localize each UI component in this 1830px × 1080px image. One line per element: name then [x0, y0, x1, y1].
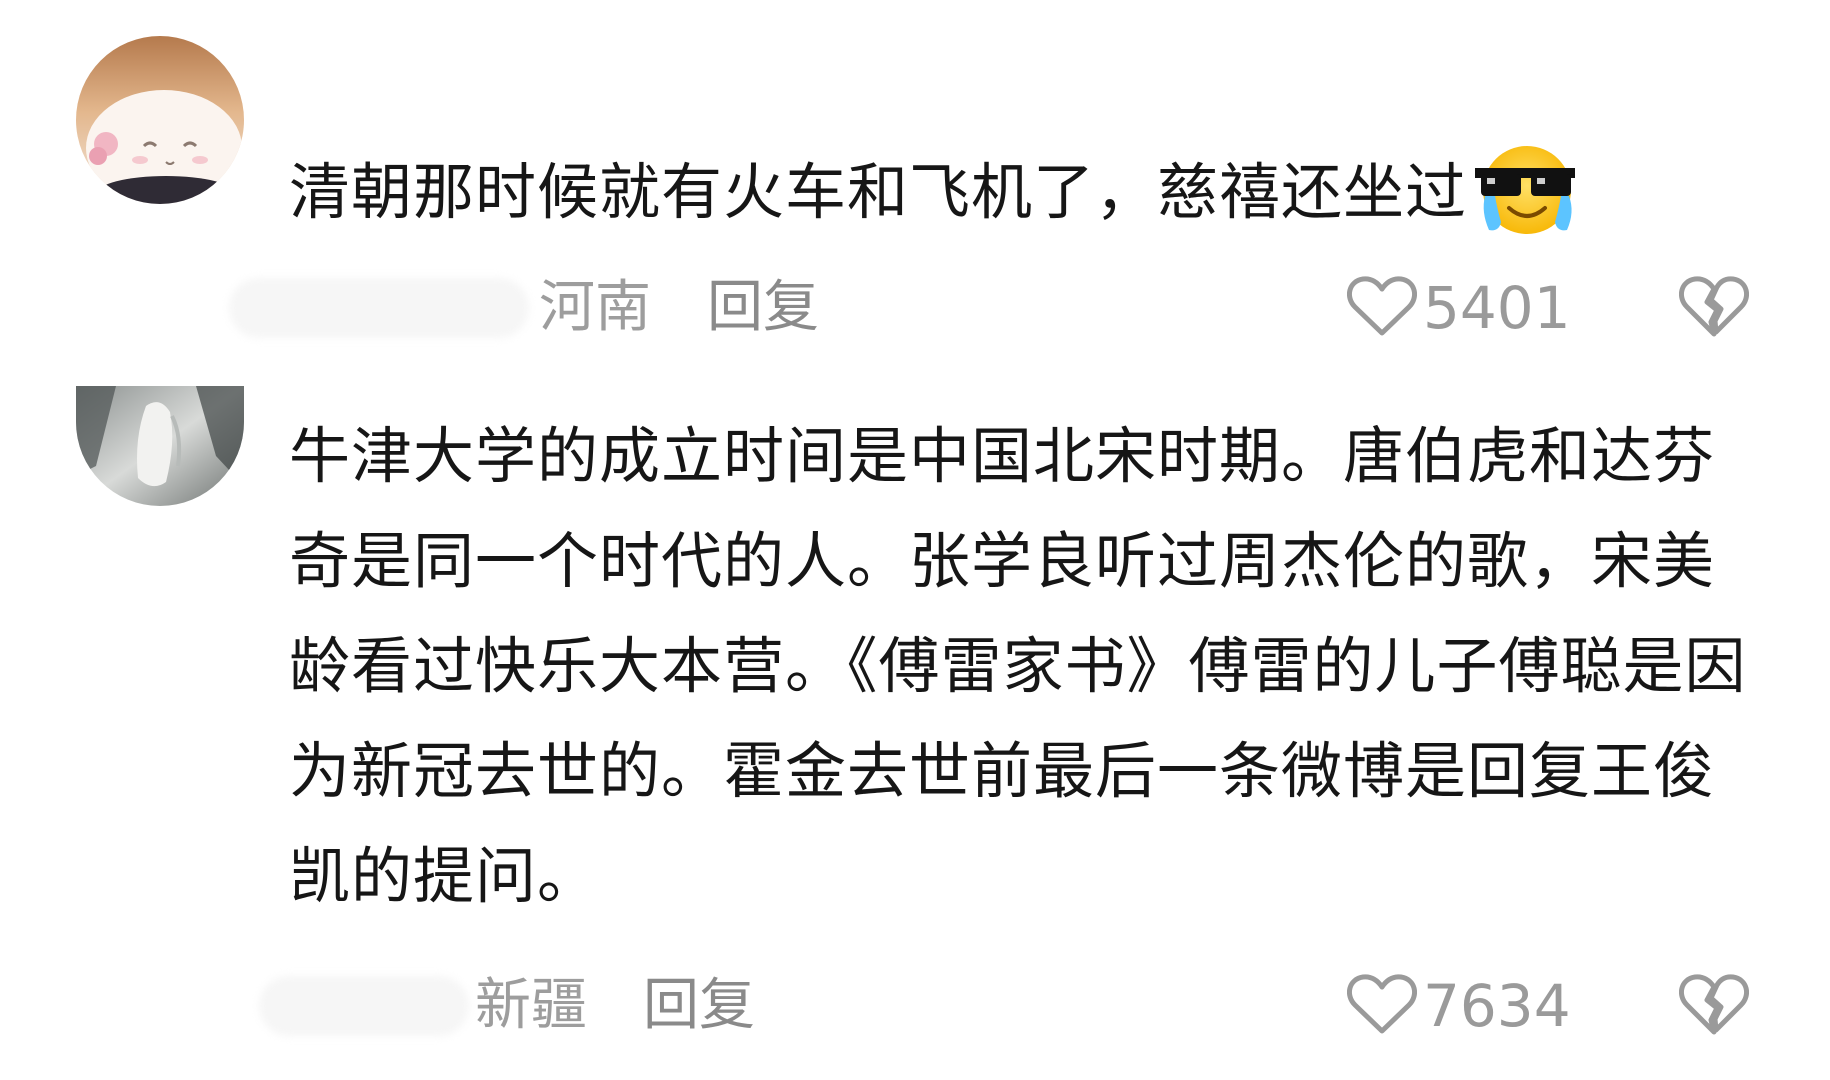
sunglasses-crying-emoji-icon — [1471, 138, 1579, 238]
comment-body: 清朝那时候就有火车和飞机了，慈禧还坐过 — [289, 157, 1468, 228]
comment-meta: 河南 回复 5401 — [229, 268, 1780, 348]
ip-location: 河南 — [539, 275, 651, 340]
comment-text: 清朝那时候就有火车和飞机了，慈禧还坐过 — [289, 140, 1764, 246]
comment-text: 牛津大学的成立时间是中国北宋时期。唐伯虎和达芬奇是同一个时代的人。张学良听过周杰… — [289, 421, 1747, 912]
username-blurred — [259, 976, 469, 1036]
broken-heart-icon[interactable] — [1678, 972, 1750, 1040]
reply-button[interactable]: 回复 — [707, 268, 819, 348]
like-button[interactable]: 5401 — [1346, 268, 1571, 348]
username-blurred — [229, 278, 529, 338]
like-button[interactable]: 7634 — [1346, 966, 1571, 1046]
like-count: 5401 — [1423, 274, 1571, 342]
avatar[interactable] — [76, 36, 244, 204]
comment-meta: 新疆 回复 7634 — [259, 966, 1780, 1046]
avatar[interactable] — [76, 386, 244, 506]
broken-heart-icon[interactable] — [1678, 274, 1750, 342]
like-count: 7634 — [1423, 972, 1571, 1040]
heart-outline-icon — [1346, 973, 1418, 1039]
reply-button[interactable]: 回复 — [643, 966, 755, 1046]
ip-location: 新疆 — [475, 973, 587, 1038]
comment-list: 清朝那时候就有火车和飞机了，慈禧还坐过 河南 回复 5401 牛津大学的成立时间… — [0, 0, 1830, 1080]
heart-outline-icon — [1346, 275, 1418, 341]
